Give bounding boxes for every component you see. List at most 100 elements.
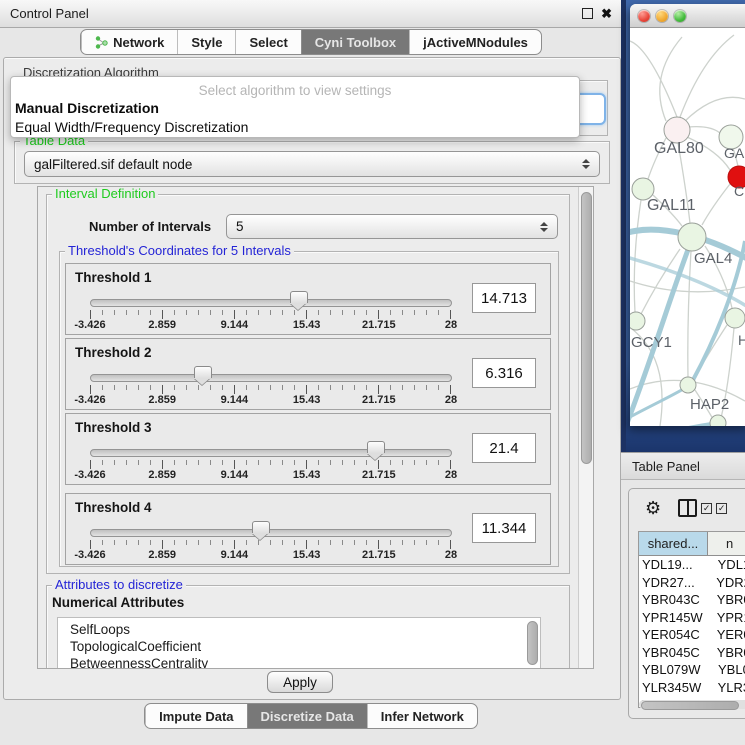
tick-label: -3.426: [74, 549, 105, 561]
tick-label: 28: [445, 469, 457, 481]
float-window-icon[interactable]: [582, 8, 593, 19]
tick-label: 21.715: [362, 319, 396, 331]
cell-name: YLR3: [708, 680, 745, 695]
application-window: Control Panel ✖: [0, 0, 745, 745]
column-header-shared-name[interactable]: shared...: [639, 532, 708, 556]
columns-icon[interactable]: [678, 499, 697, 517]
table-row[interactable]: YLR345W YLR3: [639, 679, 745, 697]
slider-track[interactable]: [90, 529, 452, 537]
cell-shared-name: YBL079W: [639, 662, 708, 677]
close-icon[interactable]: ✖: [601, 7, 612, 20]
table-panel-title: Table Panel: [632, 459, 700, 474]
table-row[interactable]: YER054C YER0: [639, 626, 745, 644]
number-of-intervals-combobox[interactable]: 5: [226, 214, 558, 239]
tab-label: Cyni Toolbox: [315, 35, 396, 50]
tick-label: 2.859: [148, 469, 176, 481]
node-label-hap2: HAP2: [690, 396, 729, 413]
table-row[interactable]: YDL19... YDL1: [639, 556, 745, 574]
pane-scrollbar[interactable]: [578, 187, 593, 668]
attribute-list-item[interactable]: BetweennessCentrality: [58, 655, 540, 669]
algorithm-option[interactable]: Equal Width/Frequency Discretization: [11, 118, 579, 137]
table-horizontal-scrollbar[interactable]: [639, 700, 745, 709]
tick-label: -3.426: [74, 319, 105, 331]
cell-name: YBL0: [708, 662, 745, 677]
cell-name: YER0: [707, 627, 745, 642]
node-gal4[interactable]: [678, 223, 706, 251]
slider-thumb[interactable]: [290, 291, 308, 303]
network-window-titlebar: [630, 4, 745, 28]
control-panel-tab[interactable]: Cyni Toolbox: [301, 30, 409, 54]
threshold-slider[interactable]: -3.426 2.859 9.144 15.43 21.715 28: [90, 365, 451, 409]
table-row[interactable]: YBR043C YBR0: [639, 591, 745, 609]
node-attribute-table[interactable]: shared... n YDL19... YDL1 YDR27... YDR2: [638, 531, 745, 708]
algorithm-option-list: Manual Discretization Equal Width/Freque…: [11, 99, 579, 137]
settings-scroll-pane: Interval Definition Number of Intervals …: [37, 186, 594, 669]
gear-icon[interactable]: ⚙: [645, 499, 661, 517]
slider-track[interactable]: [90, 299, 452, 307]
attribute-list-item[interactable]: TopologicalCoefficient: [58, 638, 540, 655]
node-gcy1[interactable]: [630, 312, 645, 330]
table-hscrollbar-thumb[interactable]: [641, 701, 739, 710]
select-all-checkbox-icon[interactable]: ✓: [701, 503, 712, 514]
threshold-slider[interactable]: -3.426 2.859 9.144 15.43 21.715 28: [90, 290, 451, 334]
zoom-traffic-light[interactable]: [674, 10, 686, 22]
slider-scale: -3.426 2.859 9.144 15.43 21.715 28: [90, 319, 451, 333]
table-row[interactable]: YBL079W YBL0: [639, 661, 745, 679]
control-panel-tab[interactable]: Network: [81, 30, 177, 54]
bottom-tab[interactable]: Discretize Data: [247, 704, 367, 728]
threshold-value-field[interactable]: 21.4: [472, 433, 536, 463]
pane-scrollbar-thumb[interactable]: [581, 192, 592, 464]
control-panel-tab[interactable]: Select: [235, 30, 300, 54]
control-panel-tab[interactable]: jActiveMNodules: [409, 30, 541, 54]
tick-label: 9.144: [221, 469, 249, 481]
slider-tick-marks: [90, 310, 451, 319]
combo-spinner-icon: [582, 159, 590, 169]
network-icon: [95, 36, 108, 49]
bottom-tab[interactable]: Infer Network: [367, 704, 477, 728]
threshold-value-field[interactable]: 11.344: [472, 513, 536, 543]
table-row[interactable]: YDR27... YDR2: [639, 574, 745, 592]
cell-shared-name: YBR045C: [639, 645, 707, 660]
slider-track[interactable]: [90, 449, 452, 457]
node-h[interactable]: [725, 308, 745, 328]
tick-label: 28: [445, 319, 457, 331]
node-bottom[interactable]: [710, 415, 726, 426]
control-panel-tab[interactable]: Style: [177, 30, 235, 54]
slider-track[interactable]: [90, 374, 452, 382]
minimize-traffic-light[interactable]: [656, 10, 668, 22]
attribute-list-item[interactable]: SelfLoops: [58, 621, 540, 638]
apply-button[interactable]: Apply: [267, 671, 333, 693]
slider-thumb[interactable]: [194, 366, 212, 378]
slider-scale: -3.426 2.859 9.144 15.43 21.715 28: [90, 394, 451, 408]
algorithm-option[interactable]: Manual Discretization: [11, 99, 579, 118]
threshold-slider[interactable]: -3.426 2.859 9.144 15.43 21.715 28: [90, 440, 451, 484]
close-traffic-light[interactable]: [638, 10, 650, 22]
slider-scale: -3.426 2.859 9.144 15.43 21.715 28: [90, 549, 451, 563]
tick-label: 21.715: [362, 549, 396, 561]
threshold-panel: Threshold 2 -3.426 2.859 9.144: [65, 338, 551, 410]
column-header-name[interactable]: n: [708, 532, 745, 556]
cell-name: YPR1: [707, 610, 745, 625]
threshold-value-field[interactable]: 14.713: [472, 283, 536, 313]
table-data-combobox[interactable]: galFiltered.sif default node: [24, 151, 600, 177]
numerical-attributes-list[interactable]: SelfLoops TopologicalCoefficient Between…: [57, 617, 541, 669]
table-row[interactable]: YPR145W YPR1: [639, 609, 745, 627]
table-row[interactable]: YBR045C YBR0: [639, 644, 745, 662]
slider-thumb[interactable]: [252, 521, 270, 533]
network-canvas[interactable]: GAL80 GA C GAL11 GAL4 GCY1 H HAP2: [630, 29, 745, 426]
control-panel-title: Control Panel: [10, 6, 89, 21]
select-none-checkbox-icon[interactable]: ✓: [716, 503, 727, 514]
tab-label: jActiveMNodules: [423, 35, 528, 50]
threshold-value-field[interactable]: 6.316: [472, 358, 536, 388]
network-graph: GAL80 GA C GAL11 GAL4 GCY1 H HAP2: [630, 29, 745, 426]
list-scrollbar-thumb[interactable]: [527, 621, 538, 665]
node-hap2[interactable]: [680, 377, 696, 393]
threshold-slider[interactable]: -3.426 2.859 9.144 15.43 21.715 28: [90, 520, 451, 564]
bottom-tab[interactable]: Impute Data: [145, 704, 246, 728]
network-view-window: GAL80 GA C GAL11 GAL4 GCY1 H HAP2: [630, 4, 745, 426]
desktop-left-edge: [621, 0, 626, 452]
tab-label: Select: [249, 35, 287, 50]
threshold-panel: Threshold 4 -3.426 2.859 9.144: [65, 493, 551, 565]
algorithm-hint-item[interactable]: Select algorithm to view settings: [11, 77, 579, 99]
slider-thumb[interactable]: [367, 441, 385, 453]
